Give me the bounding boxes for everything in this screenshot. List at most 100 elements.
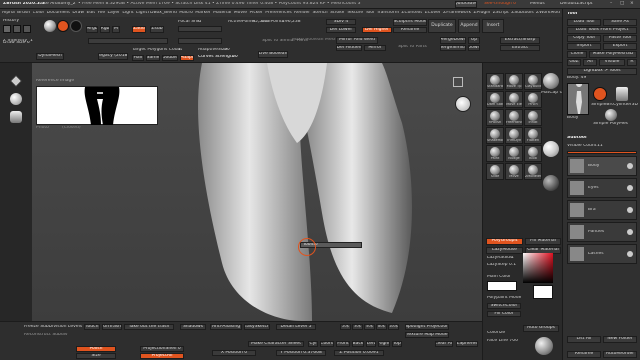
paste-tool-button[interactable]: Paste Tool: [603, 35, 637, 42]
visible-count-slider[interactable]: [567, 151, 637, 154]
brush-slot[interactable]: Standard: [486, 73, 504, 90]
sdiv-slider[interactable]: SDiv 4: [326, 19, 356, 25]
auto-reorder-button[interactable]: AutoReorder: [603, 351, 637, 358]
import-button[interactable]: Import: [567, 43, 601, 50]
brush-slot[interactable]: Dam Standard: [486, 91, 504, 108]
x-position-slider[interactable]: X Position 0: [212, 350, 256, 356]
make-boolean-mesh-button[interactable]: Make Boolean Mesh: [292, 38, 337, 43]
menu-item[interactable]: Stroke: [330, 11, 344, 16]
rgb-button[interactable]: Rgb: [100, 26, 110, 33]
lightbox-tools-button[interactable]: Lightbox > Tools: [567, 68, 637, 75]
color-picker[interactable]: [523, 253, 553, 283]
menu-item[interactable]: Material: [213, 11, 231, 16]
live-boolean-button[interactable]: Live Boolean: [258, 51, 288, 58]
floor-grid-icon[interactable]: [453, 77, 463, 87]
zoom-button[interactable]: 50$: [364, 324, 375, 330]
append-button[interactable]: Append: [458, 19, 480, 33]
clone-button[interactable]: Clone: [567, 51, 587, 58]
transp-icon[interactable]: [535, 337, 553, 355]
simple-polymesh-icon[interactable]: [605, 109, 617, 121]
menu-item[interactable]: ZFramework: [443, 11, 471, 16]
subtool-row[interactable]: Panties: [567, 222, 637, 242]
shadows-button[interactable]: Shadows: [180, 324, 206, 330]
projection-shell-slider[interactable]: ProjectionShell 0: [140, 346, 184, 352]
reference-tab-2[interactable]: (Closed): [62, 126, 81, 131]
make-character-sheet-button[interactable]: Make Character Sheet: [248, 341, 304, 347]
alpha-thumbnail-icon[interactable]: [70, 20, 82, 32]
menu-item[interactable]: Marker: [195, 11, 211, 16]
take-out-trash-button[interactable]: Take out the trash: [124, 324, 174, 330]
menu-item[interactable]: Layer: [107, 11, 120, 16]
visibility-eye-icon[interactable]: [627, 229, 633, 235]
rename-subtool-button[interactable]: Rename: [567, 351, 601, 358]
subtool-row[interactable]: Bra: [567, 200, 637, 220]
maximize-icon[interactable]: □: [620, 1, 628, 8]
menu-item[interactable]: ZScript: [493, 11, 509, 16]
see-through-slider[interactable]: See-through 0: [484, 2, 516, 7]
brush-slot[interactable]: Flatten: [524, 127, 542, 144]
touch-button[interactable]: Touch: [84, 324, 100, 330]
menu-item[interactable]: Alpha: [2, 11, 15, 16]
menu-item[interactable]: ZPlugin: [473, 11, 490, 16]
focal-shift-slider[interactable]: [178, 26, 222, 32]
load-tool-button[interactable]: Load Tool: [567, 19, 601, 26]
rename-button[interactable]: Rename: [393, 27, 427, 33]
menu-item[interactable]: Macro: [179, 11, 193, 16]
front-button[interactable]: Front: [336, 341, 350, 347]
mirror-button[interactable]: Mirror: [364, 45, 386, 51]
brush-slot[interactable]: SnakeHook: [486, 127, 504, 144]
menu-item[interactable]: Tool: [366, 11, 375, 16]
legacy-button[interactable]: Legacy (2018): [98, 53, 128, 60]
size-slider[interactable]: Size: [76, 353, 116, 359]
menu-item[interactable]: LightTDBox_Blend: [136, 11, 177, 16]
stroke-thumbnail-icon[interactable]: [57, 20, 69, 32]
menu-item[interactable]: Draw: [72, 11, 84, 16]
extract-sharp-button[interactable]: Extract/Sharp: [500, 37, 540, 44]
menu-item[interactable]: Edit: [86, 11, 95, 16]
zoom-button[interactable]: 100$: [388, 324, 399, 330]
down-button[interactable]: Down: [468, 45, 480, 51]
duplicate-button[interactable]: Duplicate: [428, 19, 456, 33]
dynamesh-button[interactable]: DynaMesh: [36, 53, 64, 60]
merge-down-button[interactable]: MergeDown: [440, 37, 466, 44]
anti-aliasing-button[interactable]: Anti-Aliasing: [210, 324, 242, 330]
quicksave-button[interactable]: QuickSave: [455, 1, 477, 8]
right-button[interactable]: Right: [378, 341, 390, 347]
projectall-button[interactable]: ProjectAll: [140, 353, 184, 359]
sculptris-mode-button[interactable]: Sculptris Mode: [393, 19, 427, 26]
reference-tab-1[interactable]: Photo: [36, 126, 49, 131]
brush-slot[interactable]: Move: [505, 163, 523, 180]
fill-material-button[interactable]: PolyGroupIt: [486, 238, 523, 245]
brush-slot[interactable]: Nudge: [505, 145, 523, 162]
menu-item[interactable]: File: [98, 11, 106, 16]
del-hidden-button[interactable]: Del Hidden: [336, 45, 362, 51]
auto-groups-button[interactable]: Auto Groups: [523, 325, 559, 332]
sphere-icon[interactable]: [10, 93, 22, 105]
mirror-and-weld-button[interactable]: Mirror And Weld: [336, 37, 378, 44]
visibility-eye-icon[interactable]: [627, 185, 633, 191]
visibility-eye-icon[interactable]: [627, 163, 633, 169]
menu-item[interactable]: ZWorkMod: [536, 11, 560, 16]
make-polymesh3d-button[interactable]: Make PolyMesh3D: [589, 51, 637, 58]
head-preview-icon[interactable]: [455, 96, 471, 112]
visibility-eye-icon[interactable]: [627, 251, 633, 257]
reference-image[interactable]: [36, 86, 158, 125]
menu-item[interactable]: Stencil: [312, 11, 327, 16]
rgb-intensity-slider[interactable]: [88, 38, 168, 44]
menu-item[interactable]: Light: [122, 11, 133, 16]
list-all-button[interactable]: List All: [567, 336, 601, 343]
clear-all-button[interactable]: Clear All: [435, 341, 453, 347]
move-icon[interactable]: [23, 25, 31, 33]
polygroupit-button[interactable]: PolyGroupIt: [486, 238, 523, 245]
reconstruct-subdiv-button[interactable]: Reconstruct Subdiv: [24, 333, 68, 338]
back-button[interactable]: Back: [352, 341, 364, 347]
menu-item[interactable]: Texture: [347, 11, 363, 16]
menu-item[interactable]: Movie: [234, 11, 247, 16]
untrash-button[interactable]: UnTrash: [102, 324, 122, 330]
switch-color-button[interactable]: SwitchColor: [487, 303, 521, 309]
zspheres-button[interactable]: ZSpheres: [456, 341, 478, 347]
brush-slot[interactable]: hPolish: [486, 109, 504, 126]
simplebrush-icon[interactable]: [593, 87, 607, 101]
up-button[interactable]: Up: [468, 37, 480, 44]
freeze-subdivision-button[interactable]: Freeze SubDivision Levels: [24, 325, 82, 330]
